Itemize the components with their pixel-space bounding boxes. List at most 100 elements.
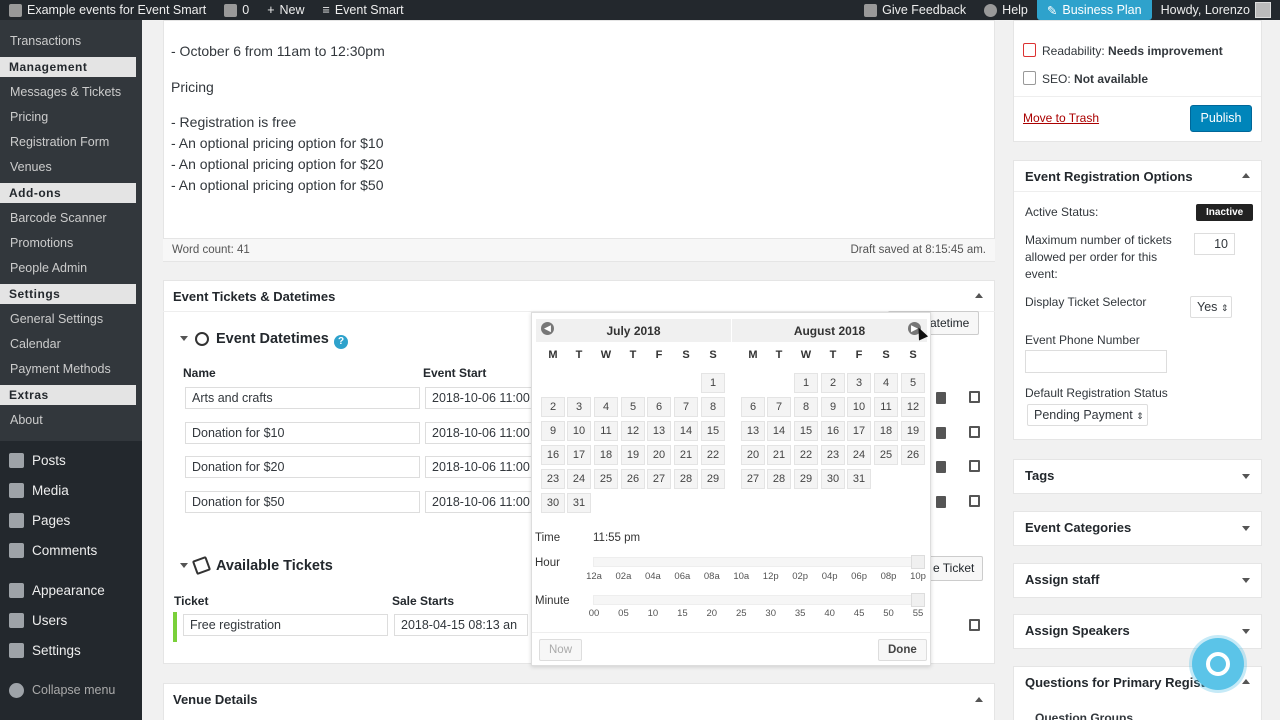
- help-bubble-button[interactable]: [1192, 638, 1244, 690]
- calendar-day[interactable]: 4: [874, 373, 898, 393]
- publish-button[interactable]: Publish: [1190, 105, 1252, 132]
- ticket-name-input[interactable]: Free registration: [183, 614, 388, 636]
- calendar-day[interactable]: 25: [874, 445, 898, 465]
- calendar-day[interactable]: 28: [767, 469, 791, 489]
- trash-icon[interactable]: [936, 496, 946, 508]
- brand-link[interactable]: ≡ Event Smart: [314, 0, 413, 20]
- submenu-messages-tickets[interactable]: Messages & Tickets: [0, 80, 142, 105]
- calendar-day[interactable]: 20: [647, 445, 671, 465]
- calendar-day[interactable]: 3: [567, 397, 591, 417]
- calendar-day[interactable]: 21: [674, 445, 698, 465]
- calendar-day[interactable]: 22: [701, 445, 725, 465]
- submenu-promotions[interactable]: Promotions: [0, 231, 142, 256]
- editor-price-item[interactable]: - An optional pricing option for $50: [171, 175, 383, 196]
- calendar-day[interactable]: 8: [794, 397, 818, 417]
- submenu-calendar[interactable]: Calendar: [0, 332, 142, 357]
- display-selector-select[interactable]: Yes ⇕: [1190, 296, 1232, 318]
- calendar-day[interactable]: 29: [701, 469, 725, 489]
- editor-price-item[interactable]: - An optional pricing option for $20: [171, 154, 383, 175]
- datetime-name-input[interactable]: Donation for $20: [185, 456, 420, 478]
- submenu-transactions[interactable]: Transactions: [0, 29, 142, 54]
- calendar-day[interactable]: 7: [767, 397, 791, 417]
- submenu-general-settings[interactable]: General Settings: [0, 307, 142, 332]
- editor-pricing-heading[interactable]: Pricing: [171, 77, 214, 98]
- calendar-day[interactable]: 13: [647, 421, 671, 441]
- editor-price-item[interactable]: - Registration is free: [171, 112, 296, 133]
- box-toggle-icon[interactable]: [975, 697, 983, 702]
- minute-slider[interactable]: [593, 595, 921, 605]
- submenu-venues[interactable]: Venues: [0, 155, 142, 180]
- submenu-barcode-scanner[interactable]: Barcode Scanner: [0, 206, 142, 231]
- calendar-day[interactable]: 19: [901, 421, 925, 441]
- calendar-day[interactable]: 2: [541, 397, 565, 417]
- calendar-day[interactable]: 22: [794, 445, 818, 465]
- calendar-day[interactable]: 18: [594, 445, 618, 465]
- calendar-day[interactable]: 9: [821, 397, 845, 417]
- box-toggle-icon[interactable]: [1242, 474, 1250, 479]
- calendar-day[interactable]: 24: [847, 445, 871, 465]
- ticket-sale-start-input[interactable]: 2018-04-15 08:13 an: [394, 614, 528, 636]
- calendar-day[interactable]: 19: [621, 445, 645, 465]
- calendar-day[interactable]: 28: [674, 469, 698, 489]
- calendar-day[interactable]: 7: [674, 397, 698, 417]
- site-link[interactable]: Example events for Event Smart: [0, 0, 215, 20]
- calendar-day[interactable]: 4: [594, 397, 618, 417]
- box-toggle-icon[interactable]: [1242, 173, 1250, 178]
- calendar-day[interactable]: 5: [621, 397, 645, 417]
- submenu-pricing[interactable]: Pricing: [0, 105, 142, 130]
- menu-comments[interactable]: Comments: [0, 535, 142, 565]
- calendar-day[interactable]: 20: [741, 445, 765, 465]
- trash-icon[interactable]: [936, 392, 946, 404]
- account-menu[interactable]: Howdy, Lorenzo: [1152, 0, 1280, 20]
- minute-slider-handle[interactable]: [911, 593, 925, 607]
- prev-month-icon[interactable]: ◀: [541, 322, 554, 335]
- submenu-registration-form[interactable]: Registration Form: [0, 130, 142, 155]
- datetime-name-input[interactable]: Donation for $50: [185, 491, 420, 513]
- calendar-day[interactable]: 12: [621, 421, 645, 441]
- calendar-day[interactable]: 6: [647, 397, 671, 417]
- box-toggle-icon[interactable]: [1242, 679, 1250, 684]
- calendar-day[interactable]: 13: [741, 421, 765, 441]
- calendar-day[interactable]: 16: [821, 421, 845, 441]
- datetime-start-input[interactable]: 2018-10-06 11:00: [425, 422, 533, 444]
- box-toggle-icon[interactable]: [1242, 578, 1250, 583]
- calendar-day[interactable]: 14: [767, 421, 791, 441]
- move-to-trash-link[interactable]: Move to Trash: [1023, 110, 1099, 127]
- help-link[interactable]: Help: [975, 0, 1037, 20]
- editor-price-item[interactable]: - An optional pricing option for $10: [171, 133, 383, 154]
- box-toggle-icon[interactable]: [975, 293, 983, 298]
- hour-slider-handle[interactable]: [911, 555, 925, 569]
- max-tickets-input[interactable]: 10: [1194, 233, 1235, 255]
- calendar-day[interactable]: 24: [567, 469, 591, 489]
- submenu-people-admin[interactable]: People Admin: [0, 256, 142, 281]
- calendar-day[interactable]: 29: [794, 469, 818, 489]
- done-button[interactable]: Done: [878, 639, 927, 661]
- calendar-day[interactable]: 11: [594, 421, 618, 441]
- menu-appearance[interactable]: Appearance: [0, 575, 142, 605]
- calendar-day[interactable]: 2: [821, 373, 845, 393]
- clone-icon[interactable]: [969, 426, 980, 438]
- calendar-day[interactable]: 26: [901, 445, 925, 465]
- calendar-day[interactable]: 1: [701, 373, 725, 393]
- menu-pages[interactable]: Pages: [0, 505, 142, 535]
- now-button[interactable]: Now: [539, 639, 583, 661]
- box-toggle-icon[interactable]: [1242, 526, 1250, 531]
- datetime-start-input[interactable]: 2018-10-06 11:00: [425, 387, 533, 409]
- calendar-day[interactable]: 1: [794, 373, 818, 393]
- datetime-name-input[interactable]: Arts and crafts: [185, 387, 420, 409]
- datetimes-collapse-icon[interactable]: [180, 336, 188, 341]
- datetime-start-input[interactable]: 2018-10-06 11:00: [425, 456, 533, 478]
- tickets-collapse-icon[interactable]: [180, 563, 188, 568]
- calendar-day[interactable]: 16: [541, 445, 565, 465]
- calendar-day[interactable]: 31: [847, 469, 871, 489]
- trash-icon[interactable]: [936, 427, 946, 439]
- box-toggle-icon[interactable]: [1242, 629, 1250, 634]
- create-ticket-button[interactable]: e Ticket: [928, 556, 983, 581]
- give-feedback-link[interactable]: Give Feedback: [855, 0, 975, 20]
- calendar-day[interactable]: 5: [901, 373, 925, 393]
- calendar-day[interactable]: 17: [567, 445, 591, 465]
- business-plan-link[interactable]: ✎ Business Plan: [1036, 0, 1152, 20]
- calendar-day[interactable]: 21: [767, 445, 791, 465]
- calendar-day[interactable]: 25: [594, 469, 618, 489]
- new-content-link[interactable]: + New: [258, 0, 313, 20]
